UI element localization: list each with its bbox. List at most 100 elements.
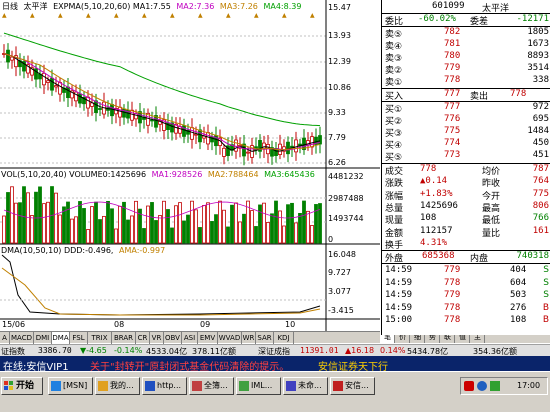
stat-value: ▲0.14 bbox=[420, 176, 448, 187]
level-price: 781 bbox=[444, 39, 461, 49]
volume-bar bbox=[294, 222, 298, 244]
volume-bar bbox=[174, 205, 178, 244]
level-volume: 695 bbox=[532, 114, 549, 124]
tick-time: 14:59 bbox=[385, 277, 413, 288]
indicator-tab[interactable]: CR bbox=[136, 332, 150, 344]
volume-bar bbox=[142, 228, 146, 244]
indicator-tab[interactable]: WVAD bbox=[218, 332, 242, 344]
candle-body bbox=[234, 139, 238, 152]
stat-label: 今开 bbox=[482, 191, 501, 202]
dma-tick: 3.077 bbox=[328, 287, 351, 296]
tray-app-icon[interactable] bbox=[464, 381, 474, 391]
taskbar-button[interactable]: 我的... bbox=[95, 377, 140, 395]
price-tick: 15.47 bbox=[328, 3, 351, 12]
stat-label: 金额 bbox=[385, 228, 404, 239]
indicator-tab[interactable]: FSL bbox=[70, 332, 88, 344]
volume-bar bbox=[90, 206, 94, 244]
indicator-tab[interactable]: MACD bbox=[10, 332, 34, 344]
tick-row: 14:59 779 404 S bbox=[382, 265, 550, 277]
indicator-tab[interactable]: DMA bbox=[52, 332, 70, 344]
candle-body bbox=[78, 93, 82, 104]
price-tick: 7.79 bbox=[328, 133, 346, 142]
volume-bar bbox=[162, 200, 166, 244]
indicator-tab[interactable]: WR bbox=[242, 332, 256, 344]
moving-average-line bbox=[3, 53, 321, 151]
price-tick: 13.93 bbox=[328, 31, 351, 40]
stat-value: 764 bbox=[532, 176, 549, 187]
system-tray: 17:00 bbox=[460, 377, 548, 395]
stat-label: 换手 bbox=[385, 240, 404, 251]
candle-body bbox=[54, 85, 58, 88]
taskbar-button-label: IML... bbox=[251, 381, 273, 390]
candle-body bbox=[10, 56, 14, 61]
taskbar-button[interactable]: IML... bbox=[236, 377, 281, 395]
volume-bar bbox=[78, 201, 82, 244]
app-icon bbox=[192, 381, 202, 391]
stat-label: 现量 bbox=[385, 216, 404, 227]
level-price: 778 bbox=[444, 75, 461, 85]
volume-bar bbox=[214, 214, 218, 244]
signal-marker: ▲ bbox=[114, 12, 119, 19]
volume-bar bbox=[158, 215, 162, 244]
tick-volume: 604 bbox=[510, 277, 527, 288]
indicator-tab[interactable]: TRIX bbox=[88, 332, 112, 344]
divider bbox=[382, 263, 550, 264]
volume-bar bbox=[46, 201, 50, 244]
tick-direction: S bbox=[543, 290, 549, 300]
taskbar-button[interactable]: 全簿... bbox=[189, 377, 234, 395]
taskbar-button-label: 我的... bbox=[110, 381, 134, 390]
volume-bar bbox=[110, 208, 114, 244]
candle-body bbox=[286, 141, 290, 155]
tray-network-icon[interactable] bbox=[477, 381, 487, 391]
signal-marker: ▲ bbox=[254, 12, 259, 19]
stat-row: 换手 4.31% bbox=[382, 238, 550, 251]
taskbar-button-label: 全簿... bbox=[204, 381, 228, 390]
indicator-tab[interactable]: ASI bbox=[182, 332, 198, 344]
indicator-tab[interactable]: VR bbox=[150, 332, 164, 344]
volume-bar bbox=[130, 215, 134, 244]
volume-bar bbox=[170, 227, 174, 244]
tick-volume: 404 bbox=[510, 265, 527, 275]
indicator-tab[interactable]: BRAR bbox=[112, 332, 136, 344]
clock: 17:00 bbox=[517, 381, 541, 390]
stat-label: 成交 bbox=[385, 167, 404, 177]
stat-row: 金额 112157 量比 161 bbox=[382, 226, 550, 239]
volume-bar bbox=[218, 200, 222, 244]
order-book-row: 买③ 775 1484 bbox=[382, 126, 550, 139]
volume-bar bbox=[98, 219, 102, 244]
tick-volume: 276 bbox=[510, 302, 527, 313]
candle-body bbox=[198, 129, 202, 143]
kline-chart-area[interactable]: 日线 太平洋 EXPMA(5,10,20,60) MA1:7.55 MA2:7.… bbox=[0, 0, 380, 335]
volume-bar bbox=[190, 200, 194, 244]
indicator-tab[interactable]: A bbox=[0, 332, 10, 344]
quote-header: 601099 太平洋 bbox=[382, 1, 550, 14]
indicator-tab[interactable]: OBV bbox=[164, 332, 182, 344]
index-ticker-bar[interactable]: 证指数 3386.70 ▼-4.65 -0.14% 4533.04亿 378.1… bbox=[0, 344, 550, 356]
price-axis: 15.47 13.93 12.39 10.86 9.33 7.79 6.26 bbox=[326, 0, 380, 170]
indicator-tab[interactable]: DMI bbox=[34, 332, 52, 344]
taskbar-button[interactable]: 未命... bbox=[283, 377, 328, 395]
indicator-tab[interactable]: SAR bbox=[256, 332, 274, 344]
tick-row: 14:59 779 503 S bbox=[382, 290, 550, 302]
tick-volume: 108 bbox=[510, 315, 527, 325]
tick-price: 778 bbox=[444, 315, 461, 325]
weicha-value: -12171 bbox=[516, 14, 549, 24]
taskbar-button[interactable]: http... bbox=[142, 377, 187, 395]
app-icon bbox=[239, 381, 249, 391]
level-volume: 972 bbox=[532, 102, 549, 112]
indicator-tab[interactable]: EMV bbox=[198, 332, 218, 344]
order-book-row: 买② 776 695 bbox=[382, 114, 550, 127]
buy-price: 777 bbox=[444, 89, 461, 99]
x-label: 10 bbox=[285, 320, 296, 329]
volume-bar bbox=[254, 226, 258, 244]
vol-tick: 1493744 bbox=[328, 214, 364, 223]
tray-security-icon[interactable] bbox=[490, 381, 500, 391]
taskbar-button[interactable]: [MSN] bbox=[48, 377, 93, 395]
indicator-tab[interactable]: KDJ bbox=[274, 332, 294, 344]
signal-marker: ▲ bbox=[2, 12, 7, 19]
dma-title: DMA(10,50,10) DDD:-0.496, bbox=[1, 246, 114, 255]
volume-bar bbox=[62, 206, 66, 244]
start-button[interactable]: 开始 bbox=[1, 377, 43, 395]
taskbar-button[interactable]: 安信... bbox=[330, 377, 375, 395]
signal-marker: ▲ bbox=[226, 12, 231, 19]
